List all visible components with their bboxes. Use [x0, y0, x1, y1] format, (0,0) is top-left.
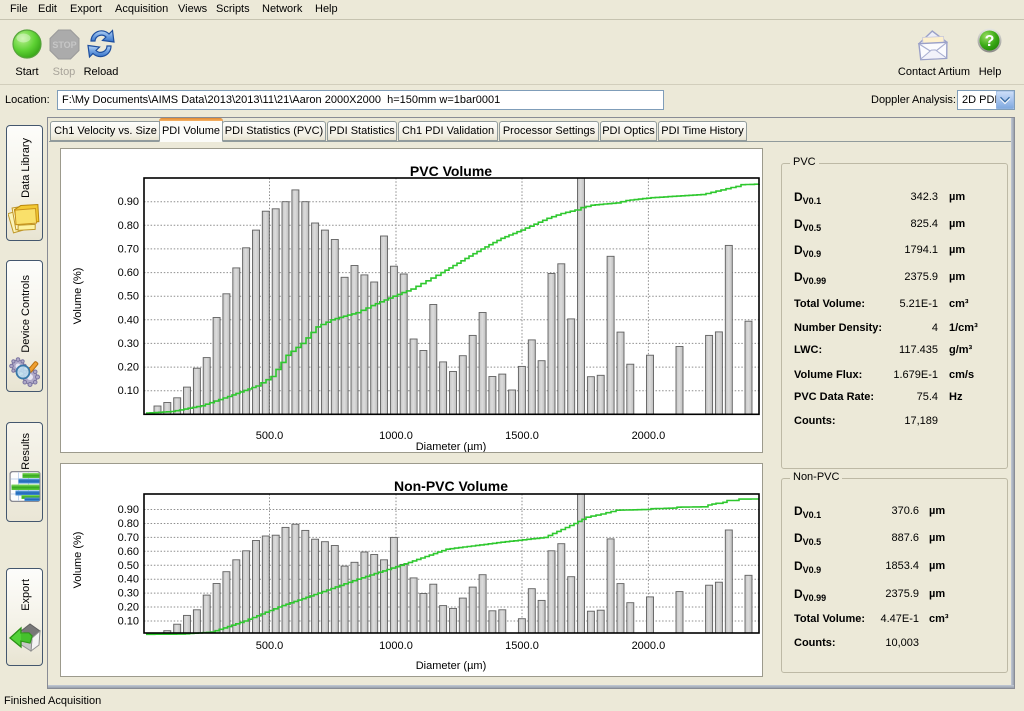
svg-text:?: ?: [985, 33, 995, 50]
svg-text:1500.0: 1500.0: [505, 640, 539, 652]
svg-text:0.10: 0.10: [118, 616, 139, 628]
svg-text:Diameter (µm): Diameter (µm): [416, 441, 487, 452]
svg-text:1000.0: 1000.0: [379, 640, 413, 652]
svg-text:0.50: 0.50: [118, 560, 139, 572]
svg-text:500.0: 500.0: [256, 430, 284, 442]
svg-text:0.30: 0.30: [118, 588, 139, 600]
svg-text:0.10: 0.10: [118, 385, 139, 397]
svg-text:2000.0: 2000.0: [632, 640, 666, 652]
svg-text:0.80: 0.80: [118, 220, 139, 232]
svg-text:0.70: 0.70: [118, 532, 139, 544]
svg-text:Volume (%): Volume (%): [72, 268, 84, 325]
svg-text:0.60: 0.60: [118, 546, 139, 558]
svg-text:500.0: 500.0: [256, 640, 284, 652]
svg-text:Non-PVC Volume: Non-PVC Volume: [394, 478, 508, 494]
svg-text:Diameter (µm): Diameter (µm): [416, 660, 487, 672]
svg-text:Volume (%): Volume (%): [72, 532, 84, 589]
svg-text:0.90: 0.90: [118, 196, 139, 208]
svg-text:0.20: 0.20: [118, 362, 139, 374]
svg-text:0.50: 0.50: [118, 291, 139, 303]
svg-text:0.40: 0.40: [118, 574, 139, 586]
svg-text:2000.0: 2000.0: [632, 430, 666, 442]
svg-text:PVC Volume: PVC Volume: [410, 163, 492, 179]
svg-text:0.90: 0.90: [118, 504, 139, 516]
svg-text:1000.0: 1000.0: [379, 430, 413, 442]
svg-text:1500.0: 1500.0: [505, 430, 539, 442]
svg-text:STOP: STOP: [52, 40, 76, 50]
svg-text:0.70: 0.70: [118, 243, 139, 255]
svg-text:0.60: 0.60: [118, 267, 139, 279]
svg-text:0.80: 0.80: [118, 518, 139, 530]
svg-text:0.20: 0.20: [118, 602, 139, 614]
svg-text:0.40: 0.40: [118, 314, 139, 326]
svg-text:0.30: 0.30: [118, 338, 139, 350]
